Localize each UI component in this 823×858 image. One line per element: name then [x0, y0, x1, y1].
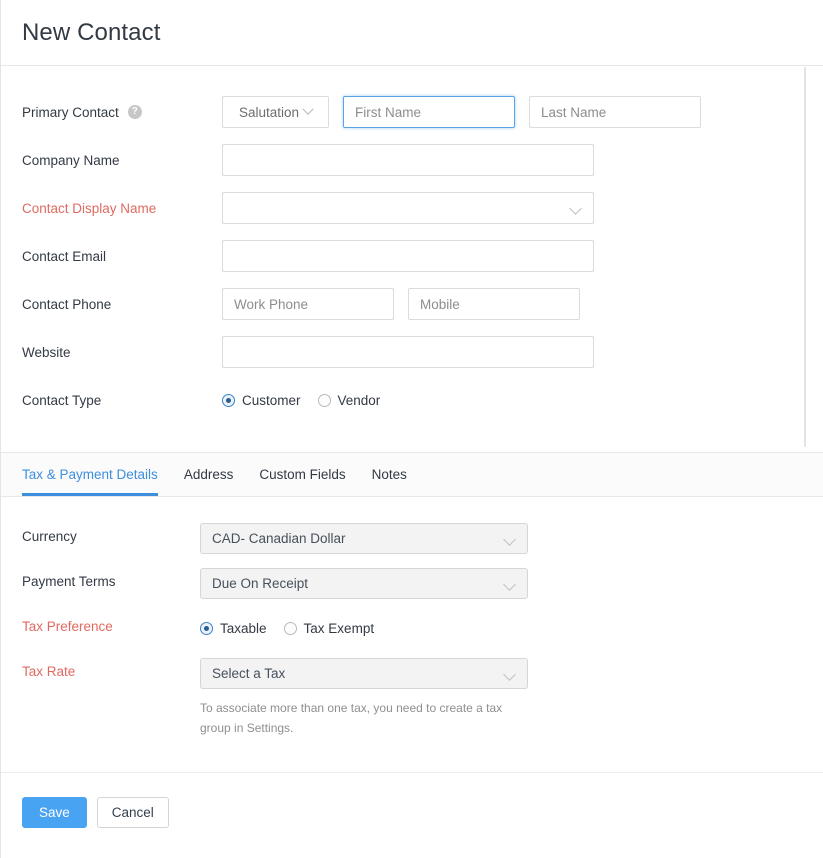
scrollbar-thumb[interactable]	[804, 67, 806, 447]
website-fields	[222, 336, 594, 368]
tax-preference-field: Taxable Tax Exempt	[200, 611, 374, 644]
radio-tax-preference-tax-exempt-label: Tax Exempt	[304, 621, 375, 636]
tab-notes[interactable]: Notes	[359, 453, 420, 496]
panel-row-payment-terms: Payment Terms Due On Receipt	[22, 566, 823, 611]
radio-contact-type-vendor-label: Vendor	[338, 393, 381, 408]
chevron-down-icon	[503, 668, 516, 681]
tab-notes-label: Notes	[372, 467, 407, 482]
tab-tax-payment-details-label: Tax & Payment Details	[22, 467, 158, 482]
form-row-company-name: Company Name	[22, 136, 823, 184]
currency-value: CAD- Canadian Dollar	[212, 531, 346, 546]
save-button[interactable]: Save	[22, 797, 87, 828]
radio-icon-selected	[200, 622, 213, 635]
chevron-down-icon	[503, 578, 516, 591]
company-name-fields	[222, 144, 594, 176]
company-name-input[interactable]	[222, 144, 594, 176]
radio-tax-preference-taxable[interactable]: Taxable	[200, 621, 267, 636]
contact-phone-fields	[222, 288, 580, 320]
chevron-down-icon	[302, 104, 313, 115]
payment-terms-field: Due On Receipt	[200, 566, 528, 599]
first-name-input[interactable]	[343, 96, 515, 128]
form-row-website: Website	[22, 328, 823, 376]
tab-address[interactable]: Address	[171, 453, 247, 496]
currency-field: CAD- Canadian Dollar	[200, 521, 528, 554]
chevron-down-icon	[503, 533, 516, 546]
currency-select[interactable]: CAD- Canadian Dollar	[200, 523, 528, 554]
form-row-contact-display-name: Contact Display Name	[22, 184, 823, 232]
salutation-label: Salutation	[239, 105, 299, 120]
label-payment-terms: Payment Terms	[22, 566, 200, 589]
label-contact-phone-text: Contact Phone	[22, 297, 111, 312]
radio-icon-selected	[222, 394, 235, 407]
label-currency: Currency	[22, 521, 200, 544]
label-website-text: Website	[22, 345, 71, 360]
mobile-phone-input[interactable]	[408, 288, 580, 320]
payment-terms-value: Due On Receipt	[212, 576, 308, 591]
contact-display-name-select[interactable]	[222, 192, 594, 224]
form-row-contact-type: Contact Type Customer Vendor	[22, 376, 823, 424]
vertical-scrollbar[interactable]	[803, 67, 807, 447]
last-name-input[interactable]	[529, 96, 701, 128]
page-title: New Contact	[22, 19, 161, 47]
radio-icon-unselected	[284, 622, 297, 635]
radio-contact-type-vendor[interactable]: Vendor	[318, 393, 381, 408]
label-company-name-text: Company Name	[22, 153, 120, 168]
tab-tax-payment-details[interactable]: Tax & Payment Details	[22, 453, 171, 496]
cancel-button[interactable]: Cancel	[97, 797, 169, 828]
contact-display-name-fields	[222, 192, 594, 224]
help-icon[interactable]: ?	[128, 105, 142, 119]
tax-rate-field: Select a Tax To associate more than one …	[200, 656, 530, 738]
primary-contact-form: Primary Contact ? Salutation Company Nam…	[1, 66, 823, 424]
panel-row-currency: Currency CAD- Canadian Dollar	[22, 521, 823, 566]
radio-contact-type-customer-label: Customer	[242, 393, 301, 408]
chevron-down-icon	[569, 202, 582, 215]
label-company-name: Company Name	[22, 153, 222, 168]
contact-type-radio-group: Customer Vendor	[222, 393, 380, 408]
payment-terms-select[interactable]: Due On Receipt	[200, 568, 528, 599]
radio-contact-type-customer[interactable]: Customer	[222, 393, 301, 408]
tax-preference-radio-group: Taxable Tax Exempt	[200, 613, 374, 644]
label-contact-email-text: Contact Email	[22, 249, 106, 264]
tab-custom-fields[interactable]: Custom Fields	[246, 453, 358, 496]
tax-payment-panel: Currency CAD- Canadian Dollar Payment Te…	[1, 497, 823, 738]
salutation-select[interactable]: Salutation	[222, 96, 329, 128]
tax-rate-hint: To associate more than one tax, you need…	[200, 698, 530, 738]
tab-custom-fields-label: Custom Fields	[259, 467, 345, 482]
label-tax-preference: Tax Preference	[22, 611, 200, 634]
label-contact-type: Contact Type	[22, 393, 222, 408]
tab-bar: Tax & Payment Details Address Custom Fie…	[1, 452, 823, 497]
label-contact-email: Contact Email	[22, 249, 222, 264]
label-website: Website	[22, 345, 222, 360]
radio-tax-preference-taxable-label: Taxable	[220, 621, 267, 636]
form-row-contact-phone: Contact Phone	[22, 280, 823, 328]
contact-email-fields	[222, 240, 594, 272]
page-header: New Contact	[1, 0, 823, 66]
label-primary-contact: Primary Contact ?	[22, 105, 222, 120]
website-input[interactable]	[222, 336, 594, 368]
form-row-primary-contact: Primary Contact ? Salutation	[22, 88, 823, 136]
radio-icon-unselected	[318, 394, 331, 407]
label-primary-contact-text: Primary Contact	[22, 105, 119, 120]
new-contact-page: New Contact Primary Contact ? Salutation…	[0, 0, 823, 858]
tax-rate-value: Select a Tax	[212, 666, 285, 681]
primary-contact-fields: Salutation	[222, 96, 701, 128]
label-tax-rate: Tax Rate	[22, 656, 200, 679]
contact-email-input[interactable]	[222, 240, 594, 272]
radio-tax-preference-tax-exempt[interactable]: Tax Exempt	[284, 621, 375, 636]
label-contact-display-name: Contact Display Name	[22, 201, 222, 216]
panel-row-tax-preference: Tax Preference Taxable Tax Exempt	[22, 611, 823, 656]
tab-address-label: Address	[184, 467, 234, 482]
panel-row-tax-rate: Tax Rate Select a Tax To associate more …	[22, 656, 823, 738]
label-contact-type-text: Contact Type	[22, 393, 101, 408]
tax-rate-select[interactable]: Select a Tax	[200, 658, 528, 689]
label-contact-phone: Contact Phone	[22, 297, 222, 312]
label-contact-display-name-text: Contact Display Name	[22, 201, 156, 216]
form-row-contact-email: Contact Email	[22, 232, 823, 280]
work-phone-input[interactable]	[222, 288, 394, 320]
footer-actions: Save Cancel	[1, 773, 823, 828]
contact-type-fields: Customer Vendor	[222, 393, 380, 408]
